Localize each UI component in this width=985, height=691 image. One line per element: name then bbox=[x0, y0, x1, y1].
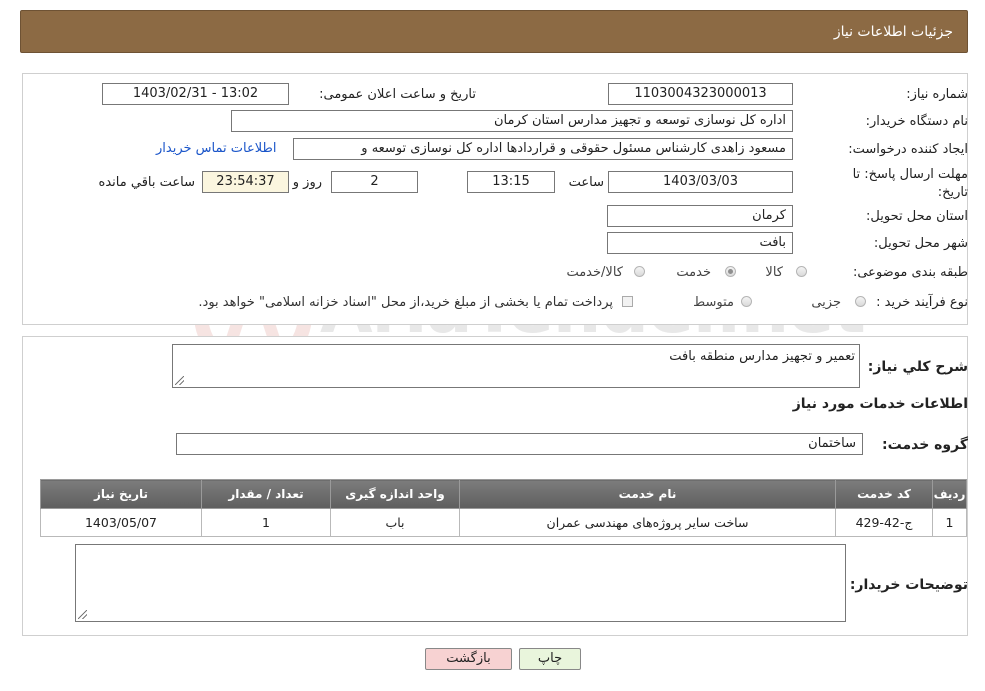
treasury-payment-note: پرداخت تمام یا بخشی از مبلغ خرید،از محل … bbox=[198, 295, 613, 310]
service-group-label: گروه خدمت: bbox=[882, 437, 968, 453]
buyer-org-field: اداره کل نوسازی توسعه و تجهیز مدارس استا… bbox=[231, 110, 793, 132]
resize-grip-icon bbox=[175, 376, 184, 385]
need-date: 1403/05/07 bbox=[40, 508, 202, 537]
buyer-org-label: نام دستگاه خریدار: bbox=[865, 114, 968, 129]
row-number: 1 bbox=[932, 508, 967, 537]
col-need-date-header: تاریخ نیاز bbox=[40, 479, 202, 509]
remaining-time-label: ساعت باقي مانده bbox=[98, 175, 195, 190]
announce-datetime-field: 1403/02/31 - 13:02 bbox=[102, 83, 289, 105]
province-field: کرمان bbox=[607, 205, 793, 227]
process-type-label: نوع فرآیند خرید : bbox=[876, 295, 968, 310]
service-name: ساخت سایر پروژه‌های مهندسی عمران bbox=[459, 508, 836, 537]
process-minor-radio[interactable] bbox=[855, 296, 866, 307]
print-button[interactable]: چاپ bbox=[519, 648, 581, 670]
category-goods-radio[interactable] bbox=[796, 266, 807, 277]
back-button[interactable]: بازگشت bbox=[425, 648, 512, 670]
quantity: 1 bbox=[201, 508, 331, 537]
need-number-label: شماره نیاز: bbox=[906, 87, 968, 102]
category-goods-service-radio[interactable] bbox=[634, 266, 645, 277]
summary-text: تعمیر و تجهیز مدارس منطقه بافت bbox=[669, 349, 855, 364]
table-row: 1 ج-42-429 ساخت سایر پروژه‌های مهندسی عم… bbox=[40, 508, 967, 537]
services-table-header: ردیف کد خدمت نام خدمت واحد اندازه گیری ت… bbox=[40, 479, 967, 509]
service-group-field: ساختمان bbox=[176, 433, 863, 455]
process-medium-radio[interactable] bbox=[741, 296, 752, 307]
deadline-label: مهلت ارسال پاسخ: تا تاریخ: bbox=[853, 166, 968, 202]
page-header: جزئیات اطلاعات نیاز bbox=[20, 10, 968, 53]
col-row-header: ردیف bbox=[932, 479, 967, 509]
process-minor-label: جزیی bbox=[811, 295, 841, 310]
services-section-title: اطلاعات خدمات مورد نیاز bbox=[792, 396, 968, 412]
days-field: 2 bbox=[331, 171, 418, 193]
page-title: جزئیات اطلاعات نیاز bbox=[833, 24, 953, 40]
deadline-label-line2: تاریخ: bbox=[937, 185, 968, 200]
category-service-label: خدمت bbox=[676, 265, 711, 280]
buyer-notes-label: توضیحات خریدار: bbox=[849, 577, 968, 593]
col-quantity-header: تعداد / مقدار bbox=[201, 479, 331, 509]
services-table: ردیف کد خدمت نام خدمت واحد اندازه گیری ت… bbox=[40, 479, 967, 537]
deadline-time-field: 13:15 bbox=[467, 171, 555, 193]
col-service-name-header: نام خدمت bbox=[459, 479, 836, 509]
col-code-header: کد خدمت bbox=[835, 479, 933, 509]
creator-field: مسعود زاهدی کارشناس مسئول حقوقی و قراردا… bbox=[293, 138, 793, 160]
deadline-label-line1: مهلت ارسال پاسخ: تا bbox=[852, 167, 968, 182]
category-label: طبقه بندی موضوعی: bbox=[852, 265, 968, 280]
remaining-time-field: 23:54:37 bbox=[202, 171, 289, 193]
creator-label: ایجاد کننده درخواست: bbox=[848, 142, 968, 157]
announce-datetime-label: تاریخ و ساعت اعلان عمومی: bbox=[319, 87, 476, 102]
category-goods-label: کالا bbox=[765, 265, 783, 280]
process-medium-label: متوسط bbox=[693, 295, 734, 310]
service-code: ج-42-429 bbox=[835, 508, 933, 537]
treasury-payment-checkbox[interactable] bbox=[622, 296, 633, 307]
deadline-time-label: ساعت bbox=[568, 175, 604, 190]
province-label: استان محل تحویل: bbox=[866, 209, 968, 224]
unit: باب bbox=[330, 508, 460, 537]
category-goods-service-label: کالا/خدمت bbox=[566, 265, 623, 280]
city-label: شهر محل تحویل: bbox=[873, 236, 968, 251]
resize-grip-icon bbox=[78, 610, 87, 619]
buyer-notes-field bbox=[75, 544, 846, 622]
buyer-contact-link[interactable]: اطلاعات تماس خریدار bbox=[156, 141, 276, 156]
category-service-radio[interactable] bbox=[725, 266, 736, 277]
col-unit-header: واحد اندازه گیری bbox=[330, 479, 460, 509]
need-number-field: 1103004323000013 bbox=[608, 83, 793, 105]
city-field: بافت bbox=[607, 232, 793, 254]
summary-field: تعمیر و تجهیز مدارس منطقه بافت bbox=[172, 344, 860, 388]
days-label: روز و bbox=[292, 175, 322, 190]
summary-label: شرح کلي نياز: bbox=[867, 359, 968, 375]
deadline-date-field: 1403/03/03 bbox=[608, 171, 793, 193]
